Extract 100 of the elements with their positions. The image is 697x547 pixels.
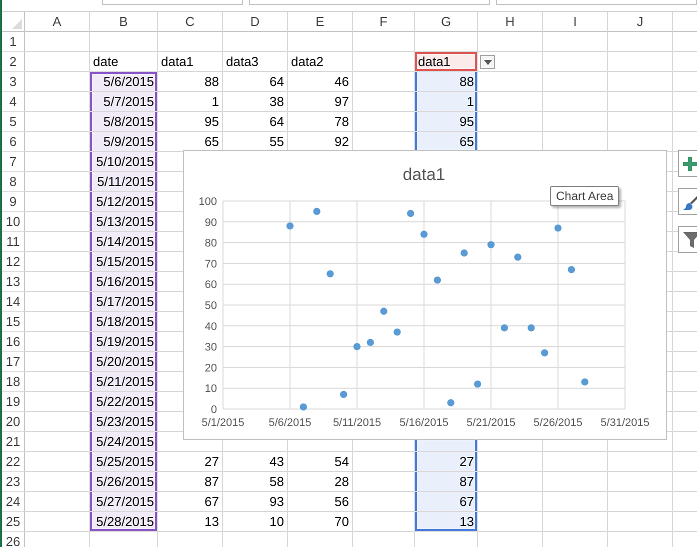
empty-cell [158,32,223,52]
axis-tick-label: 5/16/2015 [400,417,448,429]
empty-cell [608,512,673,532]
row-header[interactable]: 14 [2,292,25,312]
column-header[interactable]: C [158,12,223,32]
table-cell: 5/27/2015 [90,492,158,512]
row-header[interactable]: 1 [2,32,25,52]
row-header[interactable]: 2 [2,52,25,72]
row-header[interactable]: 15 [2,312,25,332]
empty-cell [543,472,608,492]
row-header[interactable]: 12 [2,252,25,272]
empty-cell [608,452,673,472]
table-cell: 5/17/2015 [90,292,158,312]
row-header[interactable]: 5 [2,112,25,132]
empty-cell [608,92,673,112]
table-cell: 95 [158,112,223,132]
axis-tick-label: 5/21/2015 [466,417,516,429]
column-header[interactable]: H [478,12,543,32]
axis-tick-label: 70 [204,258,217,270]
row-header[interactable]: 18 [2,372,25,392]
data-point [366,338,374,346]
row-header[interactable]: 26 [2,532,25,547]
table-cell: 1 [158,92,223,112]
table-cell: data1 [158,52,223,72]
data-point [313,208,320,215]
data-point [300,403,307,411]
table-cell: 28 [288,472,353,492]
table-cell: 93 [223,492,288,512]
row-header[interactable]: 24 [2,492,25,512]
table-cell: 5/10/2015 [90,152,158,172]
empty-cell [543,72,608,92]
data-point [500,324,508,332]
column-header[interactable]: G [415,12,478,32]
data-point [514,254,522,261]
row-header[interactable]: 25 [2,512,25,532]
column-header[interactable]: I [543,12,608,32]
row-header[interactable]: 3 [2,72,25,92]
table-cell: 5/22/2015 [90,392,158,412]
data-point [394,328,401,336]
table-cell: 5/24/2015 [90,432,158,452]
data-point [407,210,414,218]
data-point [474,380,482,388]
column-header[interactable]: B [90,12,158,32]
empty-cell [608,32,673,52]
row-header[interactable]: 7 [2,152,25,172]
empty-cell [608,472,673,492]
axis-tick-label: 5/1/2015 [202,417,244,429]
row-header[interactable]: 17 [2,352,25,372]
empty-cell [25,52,90,72]
chart-title: data1 [402,165,446,184]
row-header[interactable]: 20 [2,412,25,432]
empty-cell [25,32,90,52]
column-header[interactable]: F [353,12,415,32]
row-header[interactable]: 13 [2,272,25,292]
row-header[interactable]: 9 [2,192,25,212]
data-point [434,276,441,284]
table-cell: 13 [158,512,223,532]
table-cell: 5/7/2015 [90,92,158,112]
data-point [568,266,575,274]
table-cell: 13 [415,512,478,532]
empty-cell [543,452,608,472]
data-point [528,324,535,332]
data-point [447,399,454,406]
row-header[interactable]: 10 [2,212,25,232]
empty-cell [608,52,673,72]
plus-icon [683,156,697,170]
data-point [380,308,388,315]
column-header[interactable]: E [288,12,353,32]
row-header[interactable]: 23 [2,472,25,492]
data-point [326,270,334,278]
table-cell: 5/9/2015 [90,132,158,152]
axis-tick-label: 90 [204,216,217,229]
empty-cell [353,32,415,52]
table-cell: 5/21/2015 [90,372,158,392]
table-cell: 70 [288,512,353,532]
table-cell: 54 [288,452,353,472]
row-header[interactable]: 4 [2,92,25,112]
table-cell: 58 [223,472,288,492]
axis-tick-label: 5/11/2015 [332,417,382,429]
table-cell: 5/28/2015 [90,512,158,532]
column-header[interactable]: D [223,12,288,32]
row-header[interactable]: 8 [2,172,25,192]
column-header[interactable]: J [608,12,673,32]
filter-dropdown-button[interactable] [480,55,495,69]
table-cell: 43 [223,452,288,472]
row-header[interactable]: 11 [2,232,25,252]
column-header[interactable]: A [25,12,90,32]
row-header[interactable]: 21 [2,432,25,452]
table-cell: 56 [288,492,353,512]
axis-tick-label: 0 [210,404,217,416]
table-cell: 67 [158,492,223,512]
row-header[interactable]: 16 [2,332,25,352]
row-header[interactable]: 19 [2,392,25,412]
empty-cell [288,32,353,52]
data-point [487,241,495,248]
empty-cell [543,512,608,532]
row-header[interactable]: 22 [2,452,25,472]
table-cell: 10 [223,512,288,532]
table-cell: 1 [415,92,478,112]
row-header[interactable]: 6 [2,132,25,152]
